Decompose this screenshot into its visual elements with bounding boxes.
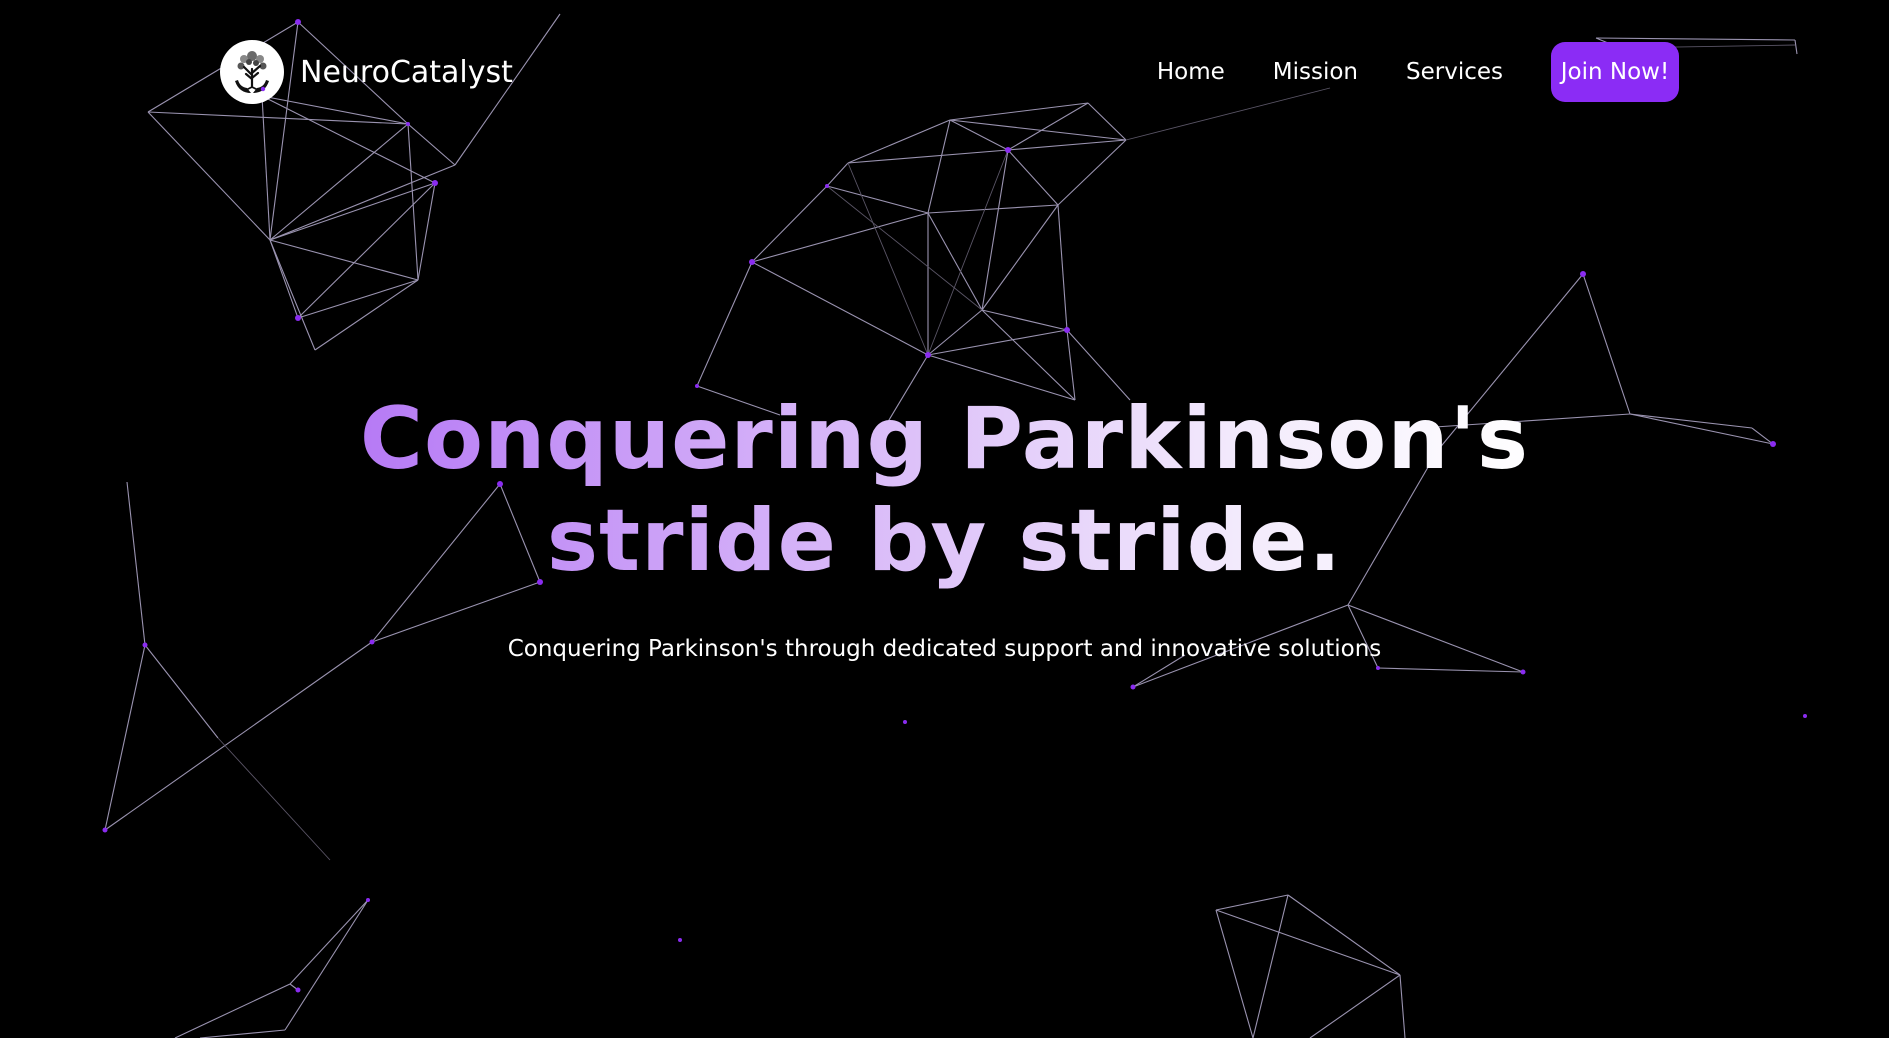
join-now-button[interactable]: Join Now! <box>1551 42 1679 102</box>
tree-hands-logo-icon <box>220 40 284 104</box>
site-header: NeuroCatalyst Home Mission Services Join… <box>0 0 1889 148</box>
nav-home-link[interactable]: Home <box>1157 59 1225 85</box>
hero-subtitle: Conquering Parkinson's through dedicated… <box>507 636 1382 662</box>
nav-services-link[interactable]: Services <box>1406 59 1503 85</box>
page: NeuroCatalyst Home Mission Services Join… <box>0 0 1889 1038</box>
brand[interactable]: NeuroCatalyst <box>220 40 513 104</box>
network-cluster-bottom <box>174 720 1406 1038</box>
hero-title: Conquering Parkinson's stride by stride. <box>345 388 1545 592</box>
brand-name: NeuroCatalyst <box>300 54 513 90</box>
main-nav: Home Mission Services Join Now! <box>1157 42 1679 102</box>
hero-section: Conquering Parkinson's stride by stride.… <box>0 388 1889 662</box>
nav-mission-link[interactable]: Mission <box>1273 59 1358 85</box>
